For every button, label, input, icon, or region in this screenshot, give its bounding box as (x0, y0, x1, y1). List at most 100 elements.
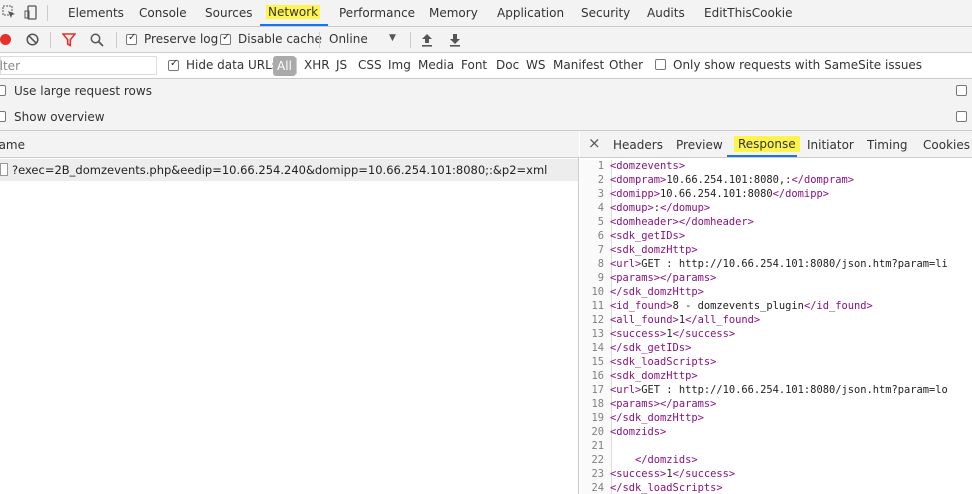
type-filter-manifest[interactable]: Manifest (553, 58, 604, 72)
line-number: 23 (591, 468, 604, 480)
type-filter-font[interactable]: Font (461, 58, 487, 72)
type-filter-all[interactable]: All (273, 56, 296, 76)
filter-icon[interactable] (61, 33, 77, 47)
line-number: 9 (597, 272, 604, 284)
line-number: 17 (591, 384, 604, 396)
large-rows-checkbox[interactable] (0, 85, 6, 96)
xml-text: GET : http://10.66.254.101:8080/json.htm… (641, 384, 948, 396)
tab-audits[interactable]: Audits (647, 6, 685, 20)
response-line: 23 <success>1</success> (580, 467, 735, 481)
xml-text: 10.66.254.101:8080,: (666, 174, 792, 186)
response-line: 22 </domzids> (580, 453, 698, 467)
tab-response[interactable]: Response (734, 136, 800, 152)
line-number: 14 (591, 342, 604, 354)
xml-tag: <sdk_loadScripts> (610, 356, 717, 368)
response-line: 18 <params></params> (580, 397, 716, 411)
line-number: 20 (591, 426, 604, 438)
response-line: 5 <domheader></domheader> (580, 215, 754, 229)
import-har-icon[interactable] (421, 33, 433, 47)
line-number: 16 (591, 370, 604, 382)
line-number: 3 (597, 188, 604, 200)
group-by-frame-checkbox[interactable] (956, 85, 967, 96)
chevron-down-icon[interactable]: ▼ (389, 33, 396, 43)
response-body-viewer[interactable]: 1 <domzevents> 2 <dompram>10.66.254.101:808… (580, 160, 972, 494)
type-filter-xhr[interactable]: XHR (304, 58, 330, 72)
filter-input[interactable] (0, 56, 157, 75)
type-filter-ws[interactable]: WS (526, 58, 545, 72)
name-column-header[interactable]: Name (0, 131, 579, 158)
tab-elements[interactable]: Elements (68, 6, 124, 20)
request-list: Name ?exec=2B_domzevents.php&eedip=10.66… (0, 131, 579, 494)
record-icon[interactable] (0, 34, 11, 45)
active-tab-indicator (260, 24, 328, 26)
details-tab-bar: × Headers Preview Response Initiator Tim… (580, 131, 972, 158)
samesite-label: Only show requests with SameSite issues (673, 58, 923, 72)
request-details-panel: × Headers Preview Response Initiator Tim… (580, 131, 972, 494)
line-number: 13 (591, 328, 604, 340)
close-icon[interactable]: × (588, 134, 601, 152)
preserve-log-checkbox[interactable] (126, 32, 137, 45)
request-name: ?exec=2B_domzevents.php&eedip=10.66.254.… (12, 163, 548, 177)
xml-tag: </sdk_getIDs> (610, 342, 692, 354)
response-line: 8 <url>GET : http://10.66.254.101:8080/js… (580, 257, 948, 271)
tab-initiator[interactable]: Initiator (807, 138, 854, 152)
response-line: 20 <domzids> (580, 425, 666, 439)
preserve-log-label: Preserve log (144, 32, 219, 46)
table-row[interactable]: ?exec=2B_domzevents.php&eedip=10.66.254.… (0, 159, 578, 181)
type-filter-media[interactable]: Media (418, 58, 454, 72)
line-number: 21 (591, 440, 604, 452)
samesite-checkbox[interactable] (655, 59, 666, 70)
tab-memory[interactable]: Memory (429, 6, 478, 20)
tab-timing[interactable]: Timing (867, 138, 908, 152)
active-detail-tab-indicator (727, 155, 797, 157)
tab-security[interactable]: Security (581, 6, 630, 20)
xml-tag: </params> (660, 398, 717, 410)
xml-tag: <domheader> (610, 216, 679, 228)
response-line: 13 <success>1</success> (580, 327, 735, 341)
device-toolbar-icon[interactable] (24, 5, 38, 20)
response-line: 14 </sdk_getIDs> (580, 341, 691, 355)
type-filter-js[interactable]: JS (336, 58, 347, 72)
response-line: 11 <id_found>8 - domzevents_plugin</id_fo… (580, 299, 872, 313)
document-icon (0, 163, 8, 176)
response-line: 4 <domup>:</domup> (580, 201, 710, 215)
clear-icon[interactable] (26, 33, 39, 46)
tab-headers[interactable]: Headers (613, 138, 663, 152)
tab-preview[interactable]: Preview (676, 138, 723, 152)
hide-data-urls-checkbox[interactable] (168, 58, 179, 71)
filter-placeholder: Filter (0, 59, 20, 73)
line-number: 1 (597, 160, 604, 172)
xml-tag: </all_found> (685, 314, 761, 326)
tab-console[interactable]: Console (139, 6, 187, 20)
xml-tag: <domup> (610, 202, 654, 214)
screenshots-checkbox[interactable] (956, 111, 967, 122)
disable-cache-checkbox[interactable] (220, 32, 231, 45)
response-line: 17 <url>GET : http://10.66.254.101:8080/j… (580, 383, 948, 397)
type-filter-img[interactable]: Img (388, 58, 411, 72)
line-number: 5 (597, 216, 604, 228)
response-line: 12 <all_found>1</all_found> (580, 313, 760, 327)
tab-cookies[interactable]: Cookies (923, 138, 970, 152)
xml-tag: </domzids> (635, 454, 698, 466)
throttling-select[interactable]: Online (329, 32, 368, 46)
line-number: 2 (597, 174, 604, 186)
export-har-icon[interactable] (449, 33, 461, 47)
tab-sources[interactable]: Sources (205, 6, 252, 20)
xml-tag: </domheader> (678, 216, 754, 228)
type-filter-other[interactable]: Other (609, 58, 643, 72)
tab-network[interactable]: Network (266, 5, 321, 19)
xml-tag: <url> (610, 258, 642, 270)
tab-editthiscookie[interactable]: EditThisCookie (704, 6, 793, 20)
xml-text: 10.66.254.101:8080 (660, 188, 773, 200)
line-number: 4 (597, 202, 604, 214)
search-icon[interactable] (90, 33, 104, 47)
xml-tag: <all_found> (610, 314, 679, 326)
type-filter-css[interactable]: CSS (358, 58, 382, 72)
tab-application[interactable]: Application (497, 6, 564, 20)
overview-checkbox[interactable] (0, 111, 6, 122)
line-number: 11 (591, 300, 604, 312)
inspect-element-icon[interactable] (2, 5, 16, 19)
line-number: 24 (591, 482, 604, 494)
tab-performance[interactable]: Performance (339, 6, 415, 20)
type-filter-doc[interactable]: Doc (496, 58, 519, 72)
